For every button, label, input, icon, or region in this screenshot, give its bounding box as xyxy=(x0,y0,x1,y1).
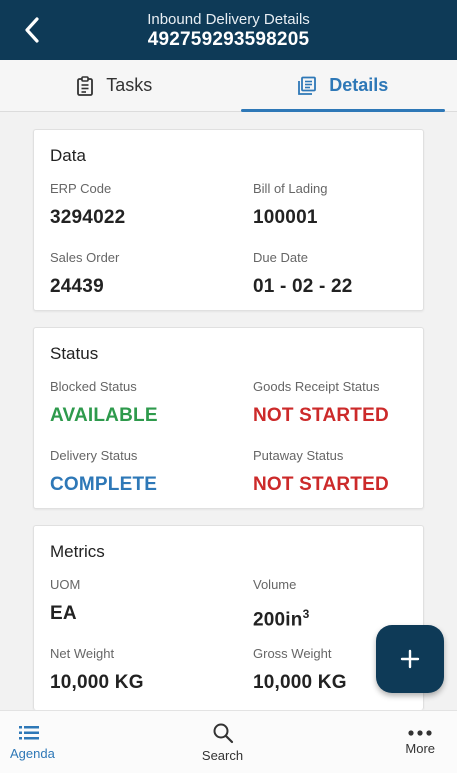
status-card: Status Blocked Status AVAILABLE Goods Re… xyxy=(33,327,424,509)
tab-tasks-label: Tasks xyxy=(106,75,153,95)
clipboard-icon xyxy=(77,75,94,96)
sales-order-field: Sales Order 24439 xyxy=(50,250,119,298)
bill-of-lading-label: Bill of Lading xyxy=(253,181,328,196)
tab-bar: Tasks Details xyxy=(0,60,457,112)
nav-search-label: Search xyxy=(201,747,244,763)
search-icon xyxy=(213,723,233,743)
uom-value: EA xyxy=(50,603,77,624)
sales-order-value: 24439 xyxy=(50,276,104,297)
tab-details[interactable]: Details xyxy=(229,60,457,112)
nav-more-label: More xyxy=(405,740,436,756)
gross-weight-field: Gross Weight 10,000 KG xyxy=(253,646,347,694)
chevron-left-icon xyxy=(25,17,39,43)
list-icon xyxy=(19,725,39,739)
net-weight-value: 10,000 KG xyxy=(50,672,144,693)
goods-receipt-status-label: Goods Receipt Status xyxy=(253,379,380,394)
due-date-label: Due Date xyxy=(253,250,308,265)
volume-unit-exponent: 3 xyxy=(302,607,310,621)
delivery-status-value: COMPLETE xyxy=(50,474,158,495)
tab-details-label: Details xyxy=(329,75,389,95)
sales-order-label: Sales Order xyxy=(50,250,120,265)
bill-of-lading-field: Bill of Lading 100001 xyxy=(253,181,327,229)
delivery-status-label: Delivery Status xyxy=(50,448,138,463)
delivery-status-field: Delivery Status COMPLETE xyxy=(50,448,157,496)
delivery-number: 492759293598205 xyxy=(147,29,310,50)
blocked-status-label: Blocked Status xyxy=(50,379,137,394)
document-list-icon xyxy=(298,76,317,95)
nav-agenda-label: Agenda xyxy=(10,745,55,761)
back-button[interactable] xyxy=(14,12,50,48)
app-header: Inbound Delivery Details 492759293598205 xyxy=(0,0,457,60)
due-date-value: 01 - 02 - 22 xyxy=(253,276,353,297)
tab-tasks[interactable]: Tasks xyxy=(0,60,229,111)
erp-code-field: ERP Code 3294022 xyxy=(50,181,125,229)
net-weight-label: Net Weight xyxy=(50,646,115,661)
page-title: Inbound Delivery Details xyxy=(147,11,310,28)
plus-icon xyxy=(400,649,420,669)
data-card: Data ERP Code 3294022 Bill of Lading 100… xyxy=(33,129,424,311)
status-card-title: Status xyxy=(50,344,99,363)
goods-receipt-status-field: Goods Receipt Status NOT STARTED xyxy=(253,379,389,427)
volume-value-wrap: 200in3 xyxy=(253,603,309,631)
erp-code-label: ERP Code xyxy=(50,181,112,196)
metrics-card: Metrics UOM EA Volume 200in3 Net Weight … xyxy=(33,525,424,710)
net-weight-field: Net Weight 10,000 KG xyxy=(50,646,144,694)
bottom-navigation: Agenda Search More xyxy=(0,710,457,773)
gross-weight-value: 10,000 KG xyxy=(253,672,347,693)
nav-agenda[interactable]: Agenda xyxy=(0,711,152,773)
volume-value: 200in xyxy=(253,609,303,631)
putaway-status-field: Putaway Status NOT STARTED xyxy=(253,448,389,496)
data-card-title: Data xyxy=(50,146,86,165)
goods-receipt-status-value: NOT STARTED xyxy=(253,405,389,426)
putaway-status-label: Putaway Status xyxy=(253,448,344,463)
putaway-status-value: NOT STARTED xyxy=(253,474,389,495)
nav-more[interactable]: More xyxy=(293,711,457,773)
bill-of-lading-value: 100001 xyxy=(253,207,318,228)
uom-field: UOM EA xyxy=(50,577,80,625)
gross-weight-label: Gross Weight xyxy=(253,646,332,661)
erp-code-value: 3294022 xyxy=(50,207,126,228)
uom-label: UOM xyxy=(50,577,81,592)
volume-field: Volume 200in3 xyxy=(253,577,309,631)
add-fab-button[interactable] xyxy=(376,625,444,693)
nav-search[interactable]: Search xyxy=(152,711,294,773)
due-date-field: Due Date 01 - 02 - 22 xyxy=(253,250,353,298)
more-dots-icon xyxy=(408,729,432,736)
volume-label: Volume xyxy=(253,577,297,592)
blocked-status-field: Blocked Status AVAILABLE xyxy=(50,379,158,427)
metrics-card-title: Metrics xyxy=(50,542,105,561)
blocked-status-value: AVAILABLE xyxy=(50,405,158,426)
